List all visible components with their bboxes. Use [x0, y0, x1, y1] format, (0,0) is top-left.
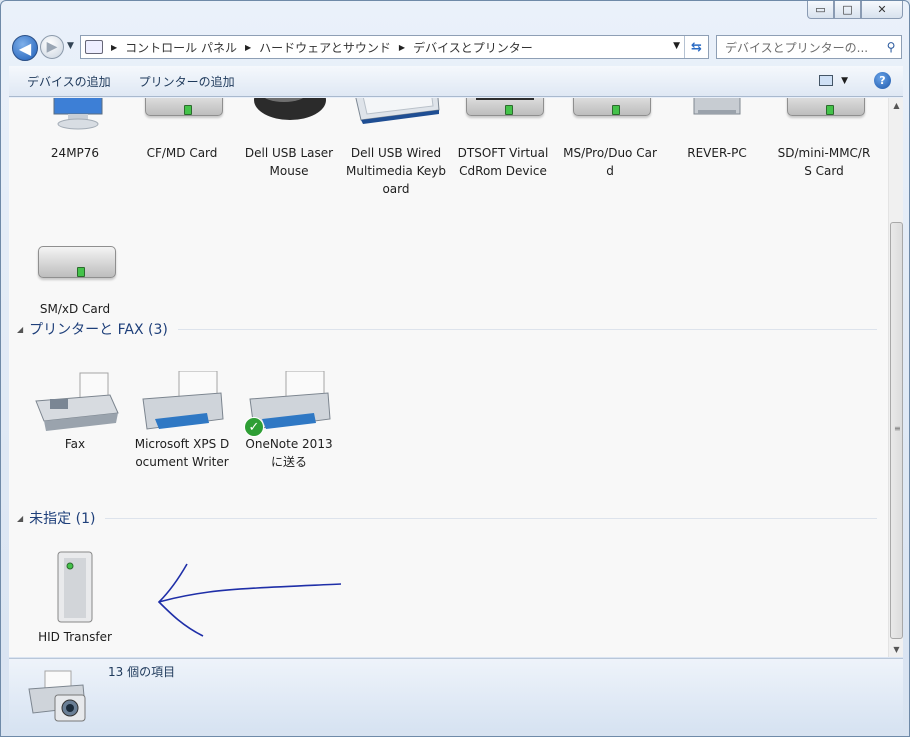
group-divider [105, 517, 877, 519]
annotation-arrow [157, 563, 342, 637]
devices-printers-icon [25, 667, 91, 725]
scroll-down-icon[interactable]: ▼ [889, 642, 904, 657]
explorer-window: ▭ □ ✕ ◀ ▶ ▼ ▶ コントロール パネル ▶ ハードウェアとサウンド ▶ デバ… [0, 0, 910, 737]
drive-icon [779, 98, 869, 144]
breadcrumb-label: デバイスとプリンター [413, 40, 533, 55]
printer-label: Fax [64, 437, 86, 451]
breadcrumb-control-panel[interactable]: ▶ コントロール パネル [111, 39, 237, 56]
minimize-button[interactable]: ▭ [807, 1, 834, 19]
search-icon[interactable]: ⚲ [881, 40, 901, 54]
back-button[interactable]: ◀ [12, 35, 38, 61]
device-label: Dell USB Wired Multimedia Keyboard [346, 146, 446, 196]
device-tile[interactable]: Dell USB Wired Multimedia Keyboard [346, 98, 446, 198]
recent-pages-dropdown[interactable]: ▼ [67, 41, 74, 51]
address-bar[interactable]: ▶ コントロール パネル ▶ ハードウェアとサウンド ▶ デバイスとプリンター ▼ ⇆ [80, 35, 709, 59]
device-tile[interactable]: SD/mini-MMC/RS Card [774, 98, 874, 180]
printer-tile[interactable]: Fax [25, 371, 125, 453]
drive-icon [565, 98, 655, 144]
keyboard-icon [351, 98, 441, 144]
refresh-icon[interactable]: ⇆ [684, 36, 708, 58]
printer-icon [137, 370, 227, 435]
group-header-unspecified[interactable]: ◢ 未指定 (1) [17, 508, 877, 528]
details-pane: 13 個の項目 [9, 658, 903, 730]
monitor-icon [30, 98, 120, 144]
command-bar: デバイスの追加 プリンターの追加 ▼ ? [9, 66, 903, 97]
printer-label: Microsoft XPS Document Writer [134, 437, 230, 469]
group-header-printers[interactable]: ◢ プリンターと FAX (3) [17, 319, 877, 339]
item-count: 13 個の項目 [108, 665, 176, 679]
add-device-button[interactable]: デバイスの追加 [9, 73, 125, 90]
device-tile[interactable]: DTSOFT Virtual CdRom Device [453, 98, 553, 180]
device-label: REVER-PC [687, 146, 747, 160]
window-controls: ▭ □ ✕ [807, 1, 903, 19]
device-label: CF/MD Card [146, 146, 218, 160]
breadcrumb-label: コントロール パネル [125, 40, 237, 55]
breadcrumb-hardware-sound[interactable]: ▶ ハードウェアとサウンド [245, 39, 391, 56]
collapse-triangle-icon[interactable]: ◢ [17, 514, 23, 523]
device-label: DTSOFT Virtual CdRom Device [457, 146, 549, 178]
search-placeholder: デバイスとプリンターの... [725, 40, 869, 55]
device-tile[interactable]: REVER-PC [667, 98, 767, 162]
device-label: Dell USB Laser Mouse [244, 146, 334, 178]
device-tile[interactable]: HID Transfer [25, 550, 125, 646]
group-title: 未指定 (1) [29, 511, 96, 527]
scroll-up-icon[interactable]: ▲ [889, 98, 904, 113]
drive-icon [30, 236, 120, 300]
device-label: 24MP76 [50, 146, 100, 160]
device-label: SM/xD Card [39, 302, 111, 316]
mouse-icon [244, 98, 334, 144]
device-label: SD/mini-MMC/RS Card [777, 146, 871, 178]
device-tile[interactable]: CF/MD Card [132, 98, 232, 162]
scroll-thumb[interactable]: ≡ [890, 222, 903, 639]
drive-icon [137, 98, 227, 144]
device-tile[interactable]: Dell USB Laser Mouse [239, 98, 339, 180]
maximize-button[interactable]: □ [834, 1, 861, 19]
device-tile[interactable]: MS/Pro/Duo Card [560, 98, 660, 180]
devices-content-pane: 24MP76 CF/MD Card Dell USB Laser Mouse D… [9, 98, 888, 657]
help-icon[interactable]: ? [874, 72, 891, 89]
group-divider [177, 328, 877, 330]
add-printer-button[interactable]: プリンターの追加 [125, 73, 249, 90]
view-options-dropdown-icon[interactable]: ▼ [841, 76, 848, 86]
address-dropdown-icon[interactable]: ▼ [673, 41, 680, 51]
device-tile[interactable]: SM/xD Card [25, 236, 125, 318]
tower-icon [30, 550, 120, 628]
printer-icon: ✓ [244, 370, 334, 437]
search-input[interactable]: デバイスとプリンターの... ⚲ [716, 35, 902, 59]
group-title: プリンターと FAX (3) [29, 322, 168, 338]
breadcrumb-label: ハードウェアとサウンド [259, 40, 391, 55]
computer-icon [672, 98, 762, 144]
printer-tile[interactable]: Microsoft XPS Document Writer [132, 370, 232, 471]
device-label: MS/Pro/Duo Card [563, 146, 657, 178]
device-tile[interactable]: 24MP76 [25, 98, 125, 162]
default-printer-check-icon: ✓ [244, 417, 264, 437]
forward-button[interactable]: ▶ [40, 35, 64, 59]
control-panel-icon [85, 40, 103, 54]
printer-label: OneNote 2013 に送る [245, 437, 333, 469]
breadcrumb-devices-printers[interactable]: ▶ デバイスとプリンター [399, 39, 533, 56]
collapse-triangle-icon[interactable]: ◢ [17, 325, 23, 334]
device-label: HID Transfer [38, 630, 112, 644]
fax-icon [30, 371, 120, 435]
change-view-icon[interactable] [819, 75, 834, 86]
cdrom-icon [458, 98, 548, 144]
close-button[interactable]: ✕ [861, 1, 903, 19]
vertical-scrollbar[interactable]: ▲ ≡ ▼ [888, 98, 903, 657]
printer-tile[interactable]: ✓ OneNote 2013 に送る [239, 370, 339, 471]
